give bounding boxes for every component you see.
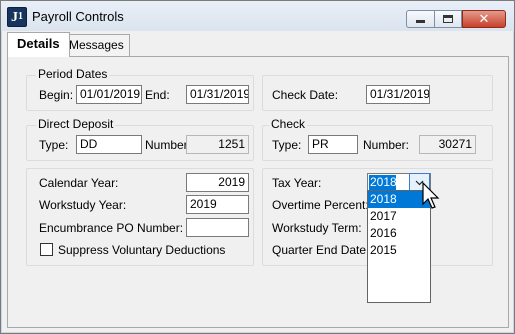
quarter-end-date-label: Quarter End Date:: [272, 243, 370, 257]
end-date-field[interactable]: 01/31/2019: [186, 85, 249, 104]
mouse-pointer-icon: [422, 182, 440, 209]
begin-date-field[interactable]: 01/01/2019: [76, 85, 142, 104]
check-type-label: Type:: [272, 138, 302, 152]
tax-year-option[interactable]: 2017: [368, 208, 430, 225]
app-icon: J1: [7, 7, 27, 27]
title-bar[interactable]: J1 Payroll Controls ✕: [1, 1, 514, 31]
dd-number-field: 1251: [186, 135, 249, 154]
check-date-label: Check Date:: [272, 88, 339, 102]
maximize-icon: [443, 15, 453, 23]
dd-type-label: Type:: [39, 138, 69, 152]
dd-number-label: Number:: [145, 138, 192, 152]
check-date-field[interactable]: 01/31/2019: [366, 85, 430, 104]
tax-year-option[interactable]: 2018: [368, 191, 430, 208]
tab-details[interactable]: Details: [7, 32, 70, 57]
tax-year-label: Tax Year:: [272, 176, 322, 190]
end-label: End:: [145, 88, 170, 102]
check-group-label: Check: [269, 117, 308, 131]
suppress-deductions-label[interactable]: Suppress Voluntary Deductions: [58, 243, 225, 257]
workstudy-year-label: Workstudy Year:: [39, 198, 127, 212]
check-number-field: 30271: [419, 135, 476, 154]
dd-type-field[interactable]: DD: [76, 135, 142, 154]
check-number-label: Number:: [363, 138, 410, 152]
period-dates-label: Period Dates: [36, 67, 110, 81]
minimize-icon: [416, 20, 425, 23]
suppress-deductions-checkbox[interactable]: [40, 243, 53, 256]
encumbrance-label: Encumbrance PO Number:: [39, 221, 184, 235]
maximize-button[interactable]: [434, 10, 462, 28]
calendar-year-label: Calendar Year:: [39, 176, 119, 190]
begin-label: Begin:: [39, 88, 74, 102]
workstudy-year-field[interactable]: 2019: [186, 195, 249, 214]
payroll-controls-window: J1 Payroll Controls ✕ Details Messages P…: [0, 0, 515, 334]
encumbrance-field[interactable]: [186, 218, 249, 237]
tax-year-value[interactable]: 2018: [369, 175, 397, 190]
direct-deposit-label: Direct Deposit: [36, 117, 116, 131]
close-icon: ✕: [478, 11, 490, 27]
overtime-percent-label: Overtime Percent:: [272, 198, 369, 212]
window-title: Payroll Controls: [32, 9, 124, 24]
calendar-year-field[interactable]: 2019: [186, 173, 249, 192]
workstudy-term-label: Workstudy Term:: [272, 221, 362, 235]
check-type-field[interactable]: PR: [308, 135, 358, 154]
minimize-button[interactable]: [406, 10, 434, 28]
tab-messages[interactable]: Messages: [62, 34, 130, 56]
close-button[interactable]: ✕: [462, 10, 506, 28]
tax-year-option[interactable]: 2016: [368, 225, 430, 242]
tax-year-option[interactable]: 2015: [368, 242, 430, 259]
